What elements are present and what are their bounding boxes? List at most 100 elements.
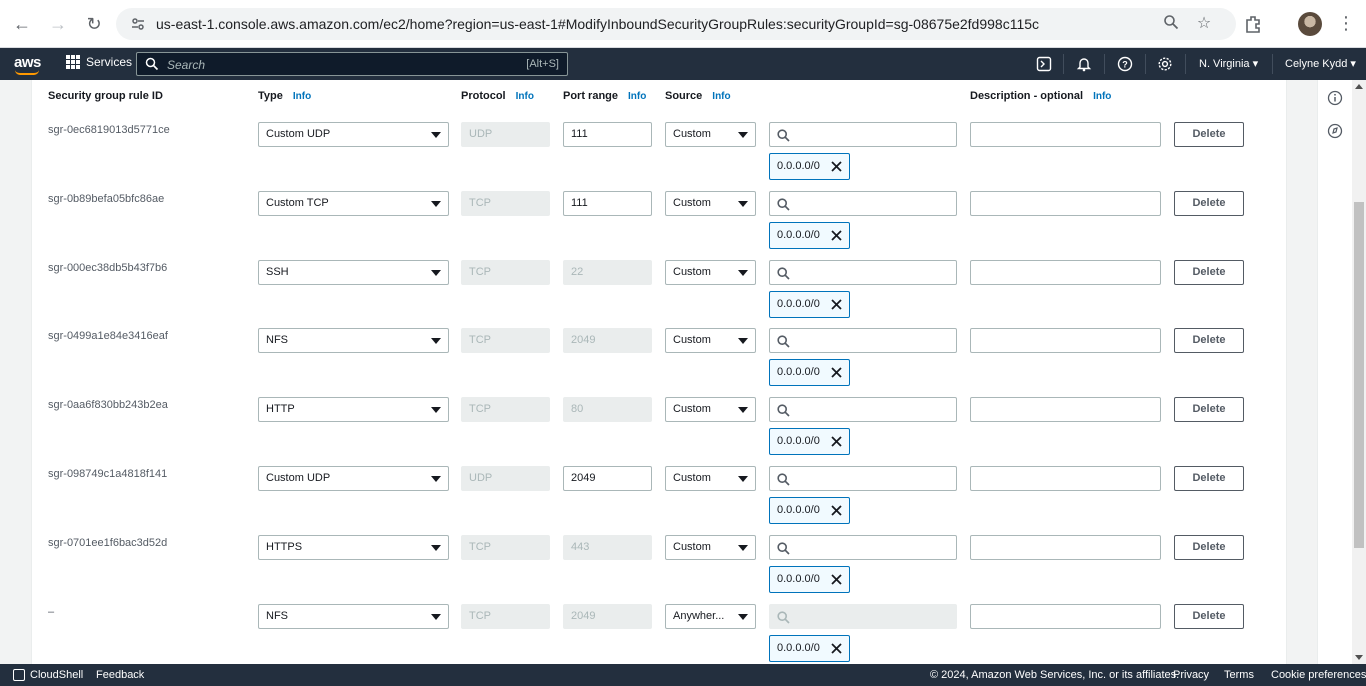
scroll-up-arrow-icon[interactable] (1355, 84, 1363, 89)
cidr-search-input[interactable] (769, 397, 957, 422)
type-select[interactable]: HTTPS (258, 535, 449, 560)
help-icon[interactable]: ? (1117, 56, 1133, 72)
type-info-link[interactable]: Info (293, 91, 311, 102)
search-input[interactable]: Search [Alt+S] (136, 52, 568, 76)
zoom-icon[interactable] (1161, 14, 1181, 34)
aws-top-navigation: aws Services Search [Alt+S] ? N. Virgini… (0, 48, 1366, 80)
protocol-value: TCP (469, 403, 491, 415)
services-menu-button[interactable]: Services (66, 55, 132, 69)
type-select[interactable]: Custom UDP (258, 122, 449, 147)
remove-token-close-icon[interactable] (830, 298, 843, 311)
remove-token-close-icon[interactable] (830, 504, 843, 517)
source-select-value: Custom (673, 128, 711, 140)
forward-arrow-icon[interactable]: → (44, 10, 72, 38)
cloudshell-footer-icon[interactable] (13, 669, 25, 681)
delete-rule-button[interactable]: Delete (1174, 260, 1244, 285)
feedback-link[interactable]: Feedback (96, 669, 144, 681)
type-select[interactable]: HTTP (258, 397, 449, 422)
source-select[interactable]: Custom (665, 535, 756, 560)
browser-toolbar: ← → ↻ us-east-1.console.aws.amazon.com/e… (0, 0, 1366, 48)
cidr-search-input[interactable] (769, 466, 957, 491)
protocol-field: UDP (461, 466, 550, 491)
info-panel-icon[interactable] (1327, 90, 1343, 106)
description-input[interactable] (970, 397, 1161, 422)
description-info-link[interactable]: Info (1093, 91, 1111, 102)
type-select[interactable]: Custom UDP (258, 466, 449, 491)
scrollbar-thumb[interactable] (1354, 202, 1364, 548)
remove-token-close-icon[interactable] (830, 573, 843, 586)
source-info-link[interactable]: Info (712, 91, 730, 102)
source-select[interactable]: Custom (665, 122, 756, 147)
back-arrow-icon[interactable]: ← (8, 10, 36, 38)
delete-rule-button[interactable]: Delete (1174, 466, 1244, 491)
extensions-icon[interactable] (1242, 12, 1266, 36)
browser-menu-icon[interactable]: ⋮ (1336, 12, 1356, 36)
cookie-preferences-link[interactable]: Cookie preferences (1271, 669, 1366, 681)
description-input[interactable] (970, 604, 1161, 629)
reload-icon[interactable]: ↻ (80, 10, 108, 38)
notifications-bell-icon[interactable] (1076, 56, 1092, 72)
aws-logo[interactable]: aws (14, 54, 41, 71)
port-range-input[interactable]: 2049 (563, 466, 652, 491)
description-input[interactable] (970, 122, 1161, 147)
type-select[interactable]: Custom TCP (258, 191, 449, 216)
source-select[interactable]: Anywher... (665, 604, 756, 629)
cidr-token-value: 0.0.0.0/0 (777, 642, 820, 654)
description-input[interactable] (970, 260, 1161, 285)
description-input[interactable] (970, 535, 1161, 560)
terms-link[interactable]: Terms (1224, 669, 1254, 681)
description-input[interactable] (970, 191, 1161, 216)
url-text[interactable]: us-east-1.console.aws.amazon.com/ec2/hom… (156, 16, 1039, 32)
cidr-search-input[interactable] (769, 191, 957, 216)
delete-rule-button[interactable]: Delete (1174, 535, 1244, 560)
remove-token-close-icon[interactable] (830, 229, 843, 242)
port-range-input[interactable]: 111 (563, 122, 652, 147)
source-select[interactable]: Custom (665, 397, 756, 422)
cidr-search-input[interactable] (769, 328, 957, 353)
settings-gear-icon[interactable] (1157, 56, 1173, 72)
remove-token-close-icon[interactable] (830, 160, 843, 173)
cloudshell-link[interactable]: CloudShell (30, 669, 83, 681)
source-select[interactable]: Custom (665, 260, 756, 285)
compass-icon[interactable] (1327, 123, 1343, 139)
source-select[interactable]: Custom (665, 328, 756, 353)
remove-token-close-icon[interactable] (830, 366, 843, 379)
delete-rule-button[interactable]: Delete (1174, 604, 1244, 629)
privacy-link[interactable]: Privacy (1173, 669, 1209, 681)
delete-rule-button[interactable]: Delete (1174, 191, 1244, 216)
cidr-token: 0.0.0.0/0 (769, 222, 850, 249)
delete-rule-button[interactable]: Delete (1174, 328, 1244, 353)
delete-rule-button[interactable]: Delete (1174, 122, 1244, 147)
source-select[interactable]: Custom (665, 466, 756, 491)
type-select[interactable]: NFS (258, 328, 449, 353)
address-bar[interactable]: us-east-1.console.aws.amazon.com/ec2/hom… (116, 8, 1236, 40)
rule-id-text: sgr-0701ee1f6bac3d52d (48, 537, 168, 549)
bookmark-star-icon[interactable]: ☆ (1194, 14, 1214, 34)
type-select[interactable]: SSH (258, 260, 449, 285)
scroll-down-arrow-icon[interactable] (1355, 655, 1363, 660)
protocol-info-link[interactable]: Info (516, 91, 534, 102)
description-input[interactable] (970, 328, 1161, 353)
source-select-value: Anywher... (673, 610, 725, 622)
description-input[interactable] (970, 466, 1161, 491)
port-range-value: 2049 (571, 472, 596, 484)
remove-token-close-icon[interactable] (830, 435, 843, 448)
type-select-value: Custom UDP (266, 128, 331, 140)
cidr-search-input[interactable] (769, 260, 957, 285)
delete-rule-button[interactable]: Delete (1174, 397, 1244, 422)
caret-down-icon (738, 338, 748, 344)
region-selector[interactable]: N. Virginia ▾ (1199, 57, 1258, 70)
page-scrollbar[interactable] (1352, 80, 1366, 664)
port-range-input[interactable]: 111 (563, 191, 652, 216)
cidr-search-input[interactable] (769, 535, 957, 560)
cidr-search-input[interactable] (769, 122, 957, 147)
caret-down-icon (431, 407, 441, 413)
type-select[interactable]: NFS (258, 604, 449, 629)
source-select[interactable]: Custom (665, 191, 756, 216)
profile-avatar[interactable] (1298, 12, 1322, 36)
cloudshell-icon[interactable] (1036, 56, 1052, 72)
remove-token-close-icon[interactable] (830, 642, 843, 655)
site-info-icon[interactable] (130, 16, 146, 32)
account-menu[interactable]: Celyne Kydd ▾ (1285, 57, 1356, 70)
port-range-info-link[interactable]: Info (628, 91, 646, 102)
